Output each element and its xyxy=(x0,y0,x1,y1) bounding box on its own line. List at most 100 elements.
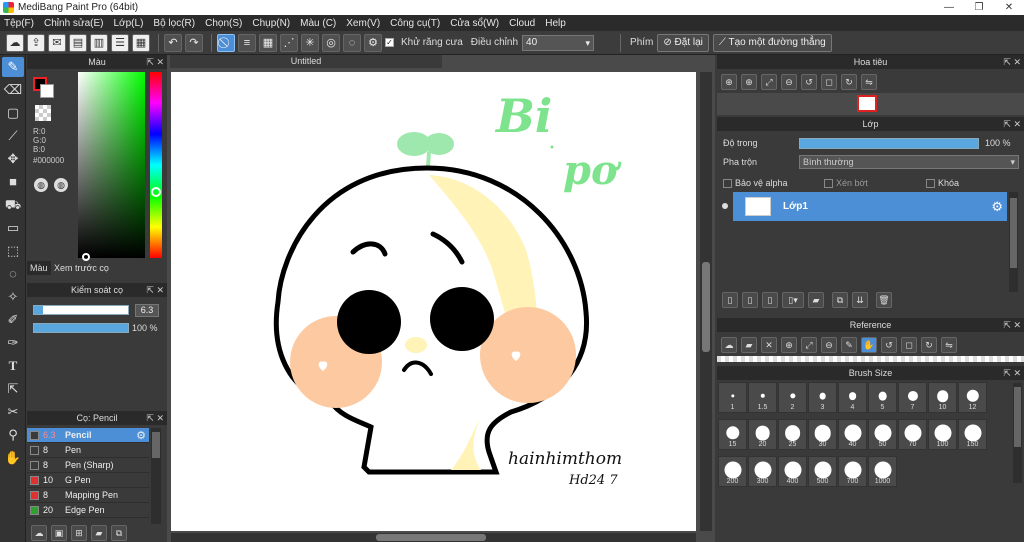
brush-size-cell[interactable]: 5 xyxy=(868,382,897,413)
scrollbar-thumb[interactable] xyxy=(1010,198,1017,268)
brush-size-cell[interactable]: 150 xyxy=(958,419,987,450)
brush-size-cell[interactable]: 500 xyxy=(808,456,837,487)
add-layer-icon[interactable]: ▯ xyxy=(722,292,738,308)
protect-alpha-checkbox[interactable] xyxy=(723,178,732,188)
move-tool-icon[interactable]: ✥ xyxy=(2,149,24,169)
hue-knob[interactable] xyxy=(151,187,161,197)
brush-settings-icon[interactable]: ⚙ xyxy=(136,429,146,442)
undo-icon[interactable]: ↶ xyxy=(164,33,182,52)
radial-snap-icon[interactable]: ✳ xyxy=(301,33,319,52)
canvas-horizontal-scrollbar[interactable] xyxy=(171,533,696,542)
sv-knob[interactable] xyxy=(82,253,90,261)
scrollbar-thumb[interactable] xyxy=(1014,387,1021,447)
copy-brush-icon[interactable]: ⧉ xyxy=(111,525,127,541)
panel-close-icon[interactable]: ⇱ ✕ xyxy=(146,55,164,69)
layer-row[interactable]: Lớp1 ⚙ xyxy=(733,192,1007,221)
brush-opacity-slider[interactable] xyxy=(33,323,129,333)
panel-close-icon[interactable]: ⇱ ✕ xyxy=(146,411,164,425)
parallel-snap-icon[interactable]: ≡ xyxy=(238,33,256,52)
share-icon[interactable]: ⇪ xyxy=(27,33,45,52)
reset-view-icon[interactable]: ◻ xyxy=(901,337,917,353)
zoom-out-icon[interactable]: ⊖ xyxy=(781,74,797,90)
brush-size-cell[interactable]: 1 xyxy=(718,382,747,413)
brush-list-item[interactable]: 6.3 Pencil ⚙ xyxy=(27,428,149,443)
hand-icon[interactable]: ✋ xyxy=(861,337,877,353)
brush-size-cell[interactable]: 12 xyxy=(958,382,987,413)
dot-tool-icon[interactable]: ⟋ xyxy=(2,126,24,146)
settings-icon[interactable]: ⚙ xyxy=(364,33,382,52)
navigator-preview[interactable] xyxy=(717,93,1024,115)
palette-add-icon[interactable]: ◍ xyxy=(54,178,68,192)
panel-close-icon[interactable]: ⇱ ✕ xyxy=(1003,366,1021,380)
brush-size-cell[interactable]: 30 xyxy=(808,419,837,450)
select-pen-tool-icon[interactable]: ✐ xyxy=(2,310,24,330)
divide-panel-tool-icon[interactable]: ✂ xyxy=(2,402,24,422)
brush-size-cell[interactable]: 1000 xyxy=(868,456,897,487)
menu-tools[interactable]: Công cụ(T) xyxy=(390,18,440,29)
zoom-icon[interactable]: ⊕ xyxy=(741,74,757,90)
brush-list-item[interactable]: 8 Mapping Pen xyxy=(27,488,149,503)
menu-window[interactable]: Cửa sổ(W) xyxy=(450,18,499,29)
fit-icon[interactable]: ⤢ xyxy=(761,74,777,90)
brush-size-cell[interactable]: 40 xyxy=(838,419,867,450)
cloud-icon[interactable]: ☁ xyxy=(6,33,24,52)
brush-size-cell[interactable]: 20 xyxy=(748,419,777,450)
brush-size-cell[interactable]: 4 xyxy=(838,382,867,413)
add-folder-icon[interactable]: ▰ xyxy=(808,292,824,308)
snap-off-icon[interactable]: ⃠ xyxy=(217,33,235,52)
rotate-right-icon[interactable]: ↻ xyxy=(841,74,857,90)
zoom-out-icon[interactable]: ⊖ xyxy=(821,337,837,353)
navigator-thumbnail[interactable] xyxy=(857,95,877,112)
panel-close-icon[interactable]: ⇱ ✕ xyxy=(1003,55,1021,69)
panel-close-icon[interactable]: ⇱ ✕ xyxy=(1003,318,1021,332)
brush-size-slider[interactable] xyxy=(33,305,129,315)
brush-size-cell[interactable]: 15 xyxy=(718,419,747,450)
background-color-swatch[interactable] xyxy=(40,84,54,98)
brush-size-value[interactable]: 6.3 xyxy=(135,304,159,317)
brush-list-scrollbar[interactable] xyxy=(151,428,161,524)
cloud-icon[interactable]: ☁ xyxy=(721,337,737,353)
list-icon[interactable]: ☰ xyxy=(111,33,129,52)
document-tab[interactable]: Untitled xyxy=(170,55,442,68)
eyedropper-tool-icon[interactable]: ⚲ xyxy=(2,425,24,445)
hue-slider[interactable] xyxy=(150,72,162,258)
folder-icon[interactable]: ▰ xyxy=(91,525,107,541)
zoom-in-icon[interactable]: ⊕ xyxy=(781,337,797,353)
add-layer-menu-icon[interactable]: ▯▾ xyxy=(782,292,804,308)
brush-size-cell[interactable]: 300 xyxy=(748,456,777,487)
brush-size-cell[interactable]: 10 xyxy=(928,382,957,413)
menu-select[interactable]: Chọn(S) xyxy=(205,18,242,29)
palette-icon[interactable]: ◍ xyxy=(34,178,48,192)
comment-icon[interactable]: ✉ xyxy=(48,33,66,52)
rotate-left-icon[interactable]: ↺ xyxy=(881,337,897,353)
brush-list-item[interactable]: 10 G Pen xyxy=(27,473,149,488)
brush-list-item[interactable]: 8 Pen (Sharp) xyxy=(27,458,149,473)
straight-line-button[interactable]: ⟋ Tạo một đường thẳng xyxy=(712,33,832,52)
delete-layer-icon[interactable]: 🗑 xyxy=(876,292,892,308)
duplicate-layer-icon[interactable]: ⧉ xyxy=(832,292,848,308)
flip-icon[interactable]: ⇋ xyxy=(861,74,877,90)
merge-layer-icon[interactable]: ⇊ xyxy=(852,292,868,308)
redo-icon[interactable]: ↷ xyxy=(185,33,203,52)
operation-tool-icon[interactable]: ⇱ xyxy=(2,379,24,399)
menu-snap[interactable]: Chụp(N) xyxy=(252,18,290,29)
drawing-canvas[interactable]: Bi pơ hainhimthom Hd24 7 xyxy=(171,72,696,531)
blend-mode-select[interactable]: Bình thường xyxy=(799,155,1019,169)
bucket-tool-icon[interactable]: ⛟ xyxy=(2,195,24,215)
canvas-vertical-scrollbar[interactable] xyxy=(700,72,712,531)
close-reference-icon[interactable]: ✕ xyxy=(761,337,777,353)
scrollbar-thumb[interactable] xyxy=(702,262,710,352)
hand-tool-icon[interactable]: ✋ xyxy=(2,448,24,468)
brush-list-item[interactable]: 20 Edge Pen xyxy=(27,503,149,518)
flip-icon[interactable]: ⇋ xyxy=(941,337,957,353)
menu-color[interactable]: Màu (C) xyxy=(300,18,336,29)
clipping-checkbox[interactable] xyxy=(824,178,833,188)
menu-help[interactable]: Help xyxy=(545,18,566,29)
antialias-checkbox[interactable]: ✓ xyxy=(385,38,394,47)
page-icon[interactable]: ▥ xyxy=(90,33,108,52)
menu-filter[interactable]: Bộ lọc(R) xyxy=(153,18,195,29)
magic-wand-tool-icon[interactable]: ✧ xyxy=(2,287,24,307)
gradation-tool-icon[interactable]: ▭ xyxy=(2,218,24,238)
restore-button[interactable]: ❐ xyxy=(964,0,994,15)
fill-rect-tool-icon[interactable]: ■ xyxy=(2,172,24,192)
